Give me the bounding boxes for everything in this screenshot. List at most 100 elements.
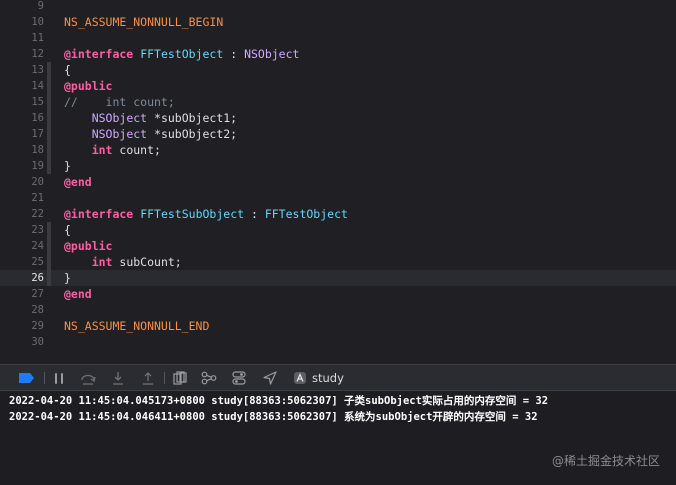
code-text: @public <box>64 78 112 94</box>
code-fold-ribbon[interactable] <box>47 254 51 270</box>
code-fold-ribbon[interactable] <box>47 62 51 78</box>
code-fold-ribbon[interactable] <box>47 110 51 126</box>
step-into-icon[interactable] <box>110 370 126 386</box>
breakpoints-toggle-icon[interactable] <box>18 370 36 386</box>
scheme-target-label[interactable]: study <box>312 370 344 386</box>
code-line[interactable]: 21 <box>0 190 676 206</box>
code-line[interactable]: 13 { <box>0 62 676 78</box>
code-token: @public <box>64 239 113 253</box>
watermark: @稀土掘金技术社区 <box>551 454 660 468</box>
code-fold-ribbon[interactable] <box>47 94 51 110</box>
line-number[interactable]: 25 <box>0 254 44 270</box>
code-line[interactable]: 9 <box>0 0 676 14</box>
code-line[interactable]: 12 @interface FFTestObject : NSObject <box>0 46 676 62</box>
code-token: *subObject2; <box>147 127 238 141</box>
line-number[interactable]: 19 <box>0 158 44 174</box>
code-line[interactable]: 28 <box>0 302 676 318</box>
line-number[interactable]: 28 <box>0 302 44 318</box>
debug-bar: study <box>0 364 676 391</box>
code-fold-ribbon[interactable] <box>47 142 51 158</box>
code-text: } <box>64 270 71 286</box>
line-number[interactable]: 30 <box>0 334 44 350</box>
line-number[interactable]: 11 <box>0 30 44 46</box>
memory-graph-icon[interactable] <box>200 370 218 386</box>
line-number[interactable]: 18 <box>0 142 44 158</box>
code-line[interactable]: 14 @public <box>0 78 676 94</box>
line-number[interactable]: 10 <box>0 14 44 30</box>
code-token: int <box>91 143 113 157</box>
environment-overrides-icon[interactable] <box>230 370 248 386</box>
code-token: { <box>64 63 71 77</box>
code-token: @interface <box>64 47 134 61</box>
code-fold-ribbon[interactable] <box>47 238 51 254</box>
code-token: : <box>244 207 265 221</box>
line-number[interactable]: 29 <box>0 318 44 334</box>
code-token: { <box>64 223 71 237</box>
code-line[interactable]: 27 @end <box>0 286 676 302</box>
code-line[interactable]: 24 @public <box>0 238 676 254</box>
code-text: NS_ASSUME_NONNULL_BEGIN <box>64 14 223 30</box>
line-number[interactable]: 26 <box>0 270 44 286</box>
code-fold-ribbon[interactable] <box>47 222 51 238</box>
step-out-icon[interactable] <box>140 370 156 386</box>
code-token: int <box>91 255 113 269</box>
line-number[interactable]: 24 <box>0 238 44 254</box>
debug-console[interactable]: 2022-04-20 11:45:04.045173+0800 study[88… <box>0 391 676 485</box>
code-text: @interface FFTestObject : NSObject <box>64 46 299 62</box>
line-number[interactable]: 20 <box>0 174 44 190</box>
line-number[interactable]: 21 <box>0 190 44 206</box>
separator <box>44 372 45 384</box>
code-line[interactable]: 30 <box>0 334 676 350</box>
code-line[interactable]: 18 int count; <box>0 142 676 158</box>
code-line[interactable]: 17 NSObject *subObject2; <box>0 126 676 142</box>
code-token: NSObject <box>244 47 300 61</box>
code-line[interactable]: 20 @end <box>0 174 676 190</box>
pause-icon[interactable] <box>52 370 66 386</box>
code-line[interactable]: 26} <box>0 270 676 286</box>
line-number[interactable]: 14 <box>0 78 44 94</box>
line-number[interactable]: 17 <box>0 126 44 142</box>
code-token: @interface <box>64 207 134 221</box>
code-text: } <box>64 158 71 174</box>
code-text: @end <box>64 286 92 302</box>
code-token: } <box>64 271 71 285</box>
simulate-location-icon[interactable] <box>262 370 278 386</box>
code-text: int subCount; <box>64 254 182 270</box>
code-line[interactable]: 19} <box>0 158 676 174</box>
code-token: count; <box>112 143 161 157</box>
line-number[interactable]: 12 <box>0 46 44 62</box>
code-token: FFTestSubObject <box>140 207 245 221</box>
code-text: { <box>64 62 71 78</box>
code-line[interactable]: 15 // int count; <box>0 94 676 110</box>
code-line[interactable]: 11 <box>0 30 676 46</box>
code-line[interactable]: 29 NS_ASSUME_NONNULL_END <box>0 318 676 334</box>
app-target-icon <box>292 370 308 386</box>
line-number[interactable]: 13 <box>0 62 44 78</box>
code-fold-ribbon[interactable] <box>47 158 51 174</box>
code-text: int count; <box>64 142 161 158</box>
view-hierarchy-icon[interactable] <box>172 370 188 386</box>
source-editor[interactable]: 9 10 NS_ASSUME_NONNULL_BEGIN 11 12 @interface… <box>0 0 676 364</box>
code-token: subCount; <box>112 255 182 269</box>
code-line[interactable]: 23 { <box>0 222 676 238</box>
code-token: @end <box>64 175 92 189</box>
line-number[interactable]: 16 <box>0 110 44 126</box>
line-number[interactable]: 22 <box>0 206 44 222</box>
code-line[interactable]: 10 NS_ASSUME_NONNULL_BEGIN <box>0 14 676 30</box>
line-number[interactable]: 23 <box>0 222 44 238</box>
line-number[interactable]: 9 <box>0 0 44 14</box>
code-fold-ribbon[interactable] <box>47 126 51 142</box>
code-line[interactable]: 25 int subCount; <box>0 254 676 270</box>
code-fold-ribbon[interactable] <box>47 78 51 94</box>
code-line[interactable]: 22 @interface FFTestSubObject : FFTestObj… <box>0 206 676 222</box>
line-number[interactable]: 27 <box>0 286 44 302</box>
code-token: NSObject <box>91 111 148 125</box>
code-fold-ribbon[interactable] <box>47 270 51 286</box>
code-line[interactable]: 16 NSObject *subObject1; <box>0 110 676 126</box>
step-over-icon[interactable] <box>80 370 96 386</box>
line-number[interactable]: 15 <box>0 94 44 110</box>
code-text: @interface FFTestSubObject : FFTestObjec… <box>64 206 348 222</box>
